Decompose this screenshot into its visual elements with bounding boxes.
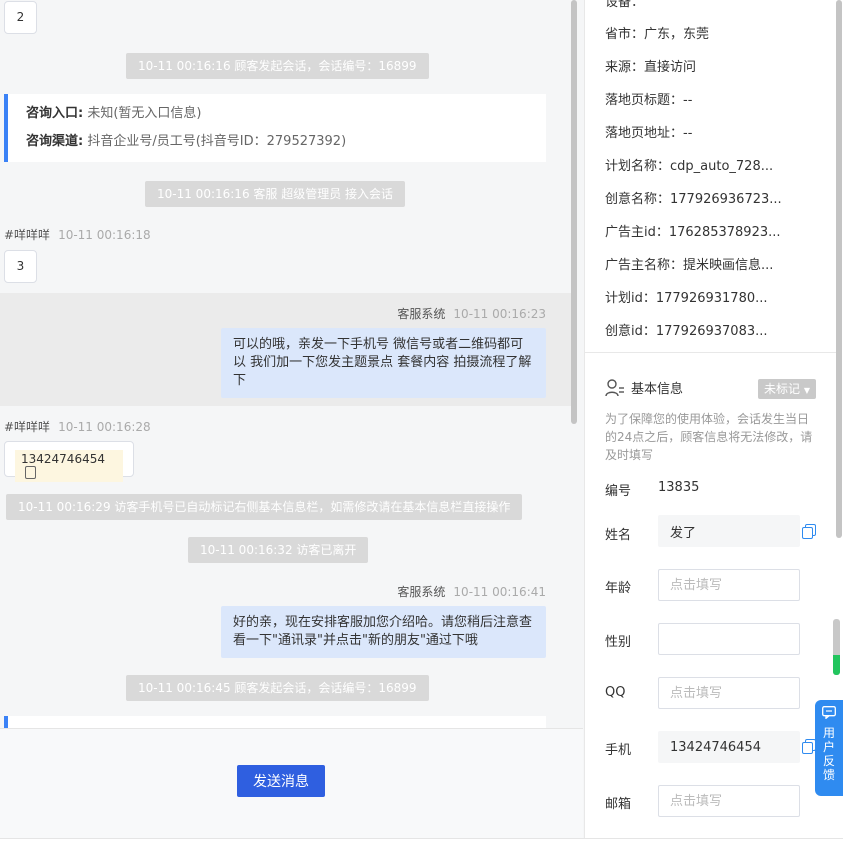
visitor-phone-bubble: 13424746454	[4, 441, 134, 482]
visitor-name: #咩咩咩	[4, 228, 51, 242]
phone-label: 手机	[605, 743, 632, 758]
message-composer[interactable]: 发送消息	[0, 728, 583, 838]
email-label: 邮箱	[605, 797, 632, 812]
system-notice-session-start: 10-11 00:16:45 顾客发起会话，会话编号：16899	[126, 675, 429, 701]
info-advertiser-name: 广告主名称：提米映画信息...	[605, 258, 774, 273]
edit-notice: 为了保障您的使用体验，会话发生当日的24点之后，顾客信息将无法修改，请及时填写	[605, 412, 813, 462]
info-advertiser-id: 广告主id：176285378923...	[605, 225, 781, 240]
visitor-message-bubble: 3	[4, 250, 37, 283]
copy-icon[interactable]	[802, 739, 816, 754]
consult-entry-row: 咨询入口: 未知(暂无入口信息)	[26, 104, 546, 132]
email-field[interactable]	[658, 785, 800, 817]
consult-channel-value: 抖音企业号/员工号(抖音号ID：279527392)	[87, 134, 347, 149]
agent-message-meta: 客服系统 10-11 00:16:23	[397, 305, 546, 322]
copy-icon[interactable]	[25, 466, 36, 479]
agent-message-bubble: 好的亲，现在安排客服加您介绍哈。请您稍后注意查看一下"通讯录"并点击"新的朋友"…	[221, 606, 546, 658]
message-time: 10-11 00:16:18	[58, 228, 151, 242]
panel-scrollbar[interactable]	[836, 0, 842, 538]
agent-message-meta: 客服系统 10-11 00:16:41	[397, 583, 546, 600]
info-creative-name: 创意名称：177926936723...	[605, 192, 782, 207]
system-notice-agent-join: 10-11 00:16:16 客服 超级管理员 接入会话	[145, 181, 406, 207]
person-icon	[605, 379, 624, 397]
user-feedback-button[interactable]: 用户反馈	[815, 700, 843, 796]
qq-label: QQ	[605, 685, 626, 700]
mini-scroll-indicator[interactable]	[833, 619, 840, 675]
info-device: 设备：	[605, 0, 645, 10]
caret-down-icon: ▼	[803, 386, 810, 395]
gender-label: 性别	[605, 635, 632, 650]
info-region: 省市：广东，东莞	[605, 27, 710, 42]
feedback-label: 用户反馈	[822, 726, 835, 782]
send-message-button[interactable]: 发送消息	[237, 765, 325, 797]
id-value: 13835	[658, 480, 700, 495]
agent-name: 客服系统	[397, 307, 446, 321]
mini-scroll-fill	[833, 655, 840, 675]
customer-info-panel: 设备： 省市：广东，东莞 来源：直接访问 落地页标题：-- 落地页地址：-- 计…	[584, 0, 843, 838]
consult-channel-label: 咨询渠道:	[26, 134, 84, 149]
system-notice-phone-marked: 10-11 00:16:29 访客手机号已自动标记右侧基本信息栏，如需修改请在基…	[6, 494, 523, 520]
chat-scrollbar[interactable]	[571, 0, 577, 424]
message-icon	[822, 706, 836, 720]
info-landing-title: 落地页标题：--	[605, 93, 693, 108]
bottom-status-bar	[0, 838, 843, 846]
info-landing-url: 落地页地址：--	[605, 126, 693, 141]
phone-tag: 13424746454	[15, 450, 123, 482]
basic-info-title: 基本信息	[631, 382, 684, 397]
age-field[interactable]	[658, 569, 800, 601]
consult-entry-value: 未知(暂无入口信息)	[87, 106, 202, 121]
section-divider	[585, 352, 837, 353]
info-source: 来源：直接访问	[605, 60, 697, 75]
id-label: 编号	[605, 484, 632, 499]
basic-info-header: 基本信息	[605, 378, 683, 397]
info-plan-id: 计划id：177926931780...	[605, 291, 768, 306]
name-label: 姓名	[605, 528, 632, 543]
visitor-name: #咩咩咩	[4, 420, 51, 434]
consult-entry-label: 咨询入口:	[26, 106, 84, 121]
copy-icon[interactable]	[802, 524, 816, 539]
info-plan-name: 计划名称：cdp_auto_728...	[605, 159, 774, 174]
phone-number-text: 13424746454	[21, 452, 105, 466]
chat-history[interactable]: 2 10-11 00:16:16 顾客发起会话，会话编号：16899 咨询入口:…	[0, 0, 572, 728]
mark-status-dropdown[interactable]: 未标记 ▼	[758, 379, 816, 399]
visitor-message-meta: #咩咩咩 10-11 00:16:18	[4, 226, 151, 243]
mark-status-label: 未标记	[764, 382, 801, 396]
agent-message-bubble: 可以的哦，亲发一下手机号 微信号或者二维码都可以 我们加一下您发主题景点 套餐内…	[221, 328, 546, 398]
visitor-message-bubble: 2	[4, 1, 37, 34]
agent-name: 客服系统	[397, 585, 446, 599]
info-creative-id: 创意id：177926937083...	[605, 324, 768, 339]
consult-info-card-partial	[4, 716, 546, 728]
message-time: 10-11 00:16:41	[453, 585, 546, 599]
age-label: 年龄	[605, 581, 632, 596]
message-time: 10-11 00:16:23	[453, 307, 546, 321]
consult-channel-row: 咨询渠道: 抖音企业号/员工号(抖音号ID：279527392)	[26, 132, 546, 160]
message-time: 10-11 00:16:28	[58, 420, 151, 434]
qq-field[interactable]	[658, 677, 800, 709]
system-notice-session-start: 10-11 00:16:16 顾客发起会话，会话编号：16899	[126, 53, 429, 79]
phone-field[interactable]	[658, 731, 800, 763]
visitor-message-meta: #咩咩咩 10-11 00:16:28	[4, 418, 151, 435]
system-notice-visitor-left: 10-11 00:16:32 访客已离开	[188, 537, 369, 563]
name-field[interactable]	[658, 515, 800, 547]
gender-select[interactable]	[658, 623, 800, 655]
consult-info-card: 咨询入口: 未知(暂无入口信息) 咨询渠道: 抖音企业号/员工号(抖音号ID：2…	[4, 94, 546, 162]
